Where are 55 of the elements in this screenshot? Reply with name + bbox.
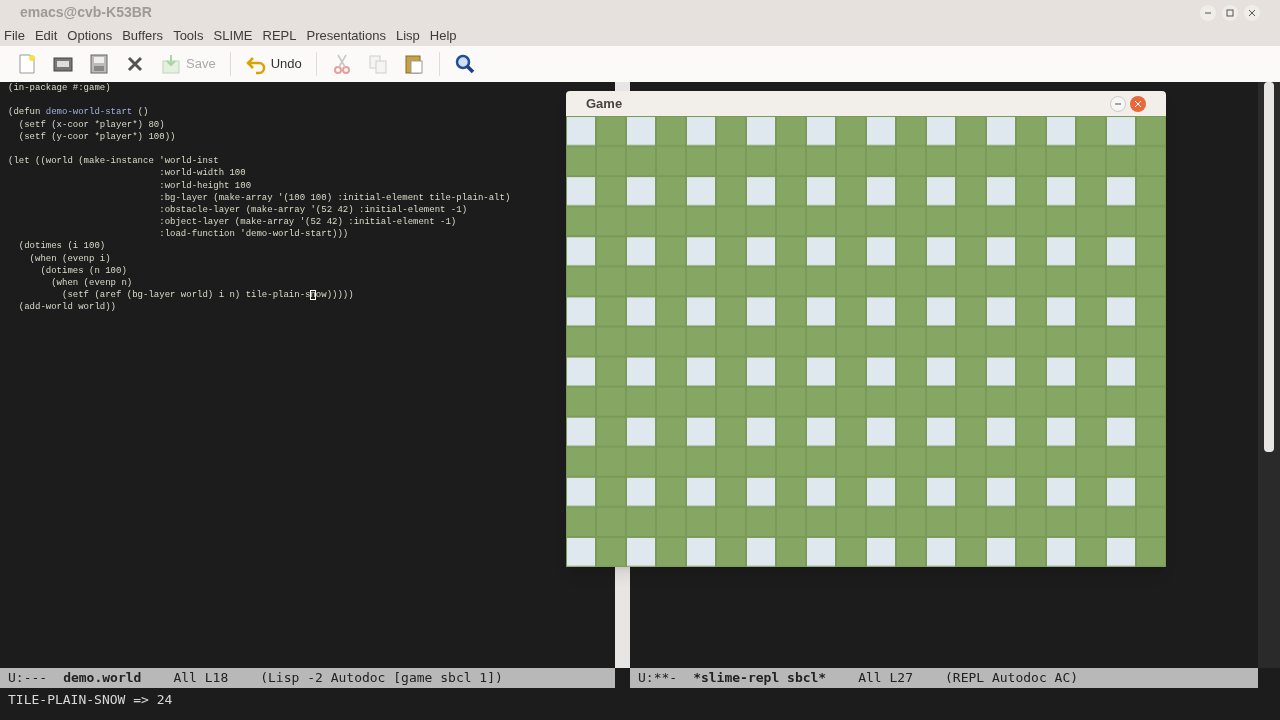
undo-button[interactable]: Undo (244, 53, 302, 75)
clipboard-icon (402, 53, 425, 75)
buffer-name: *slime-repl sbcl* (693, 669, 827, 688)
code-line: (dotimes (i 100) (17, 240, 106, 253)
buffer-position: All L27 (858, 669, 913, 688)
menu-item[interactable]: SLIME (213, 25, 253, 46)
game-window-title: Game (586, 94, 623, 113)
minimize-button[interactable] (1110, 95, 1126, 112)
code-line: :bg-layer (make-array '(100 100) :initial-element tile-plain-alt) (158, 191, 511, 204)
minimize-button[interactable] (1200, 4, 1216, 21)
menu-item[interactable]: Tools (173, 25, 204, 46)
code-line: :load-function 'demo-world-start))) (158, 228, 349, 241)
major-mode: (Lisp -2 Autodoc [game sbcl 1]) (260, 669, 503, 688)
scrollbar[interactable] (1258, 82, 1280, 668)
buffer-state: U:--- (8, 669, 48, 688)
code-line: :world-height 100 (158, 179, 252, 192)
search-button[interactable] (453, 53, 476, 75)
save-disk-button[interactable] (88, 53, 110, 75)
code-line: (setf (y-coor *player*) 100)) (17, 130, 176, 143)
close-icon (1134, 99, 1142, 108)
code-line: (let ((world (make-instance 'world-inst (8, 155, 219, 168)
close-button[interactable] (1244, 4, 1260, 21)
copy-icon (366, 53, 389, 75)
code-line: :obstacle-layer (make-array '(52 42) :initial-element -1) (158, 203, 468, 217)
code-line: (in-package #:game) (8, 82, 111, 95)
echo-area-message: TILE-PLAIN-SNOW => 24 (8, 692, 173, 707)
menu-item[interactable]: Options (67, 25, 113, 46)
new-file-icon (16, 53, 38, 75)
menu-item[interactable]: Presentations (306, 25, 386, 46)
download-icon (160, 53, 182, 75)
code-line: :world-width 100 (158, 167, 246, 180)
menu-item[interactable]: Edit (34, 25, 58, 46)
menu-item[interactable]: Lisp (395, 25, 420, 46)
menu-item[interactable]: REPL (262, 25, 297, 46)
code-line: (when (evenp n) (50, 277, 133, 290)
window-title: emacs@cvb-K53BR (20, 3, 152, 22)
paste-button[interactable] (402, 53, 425, 75)
code-line: (setf (x-coor *player*) 80) (17, 118, 165, 131)
buffer-position: All L18 (173, 669, 229, 688)
code-line: (defun demo-world-start () (8, 106, 149, 119)
major-mode: (REPL Autodoc AC) (945, 669, 1079, 688)
maximize-icon (1226, 8, 1234, 17)
buffer-name: demo.world (63, 669, 142, 688)
menu-item[interactable]: Help (429, 25, 457, 46)
code-line: (dotimes (n 100) (39, 264, 127, 277)
close-icon (1248, 8, 1256, 17)
menu-item[interactable]: Buffers (122, 25, 164, 46)
code-line: (add-world world)) (17, 301, 117, 314)
close-button[interactable] (1130, 95, 1146, 112)
maximize-button[interactable] (1222, 4, 1238, 21)
code-line: :object-layer (make-array '(52 42) :initial-element -1) (158, 216, 457, 229)
search-icon (453, 53, 476, 75)
code-line: (when (evenp i) (28, 252, 111, 265)
menu-item[interactable]: File (4, 25, 25, 46)
buffer-state: U:**- (638, 669, 678, 688)
